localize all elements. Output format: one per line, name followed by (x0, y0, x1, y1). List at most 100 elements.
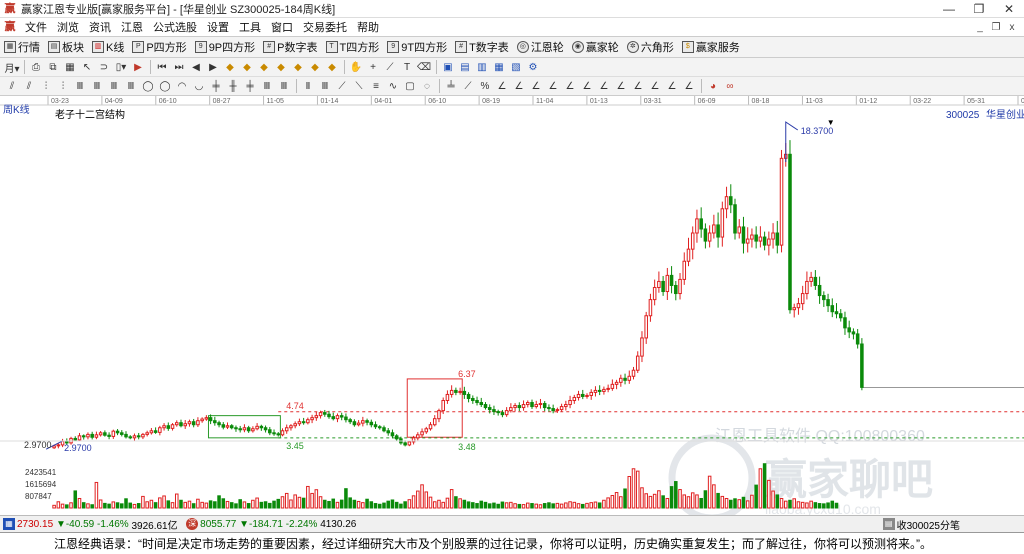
doc-minimize-button[interactable]: _ (972, 18, 988, 37)
angle-8-icon[interactable]: ∠ (613, 78, 629, 94)
restore-button[interactable]: ❐ (964, 0, 994, 18)
toolbar-9t-square-button[interactable]: 9 9T四方形 (387, 39, 447, 55)
fan-line-2-icon[interactable]: ⫽ (21, 78, 37, 94)
ruler-icon[interactable]: ╪ (208, 78, 224, 94)
magnet-icon[interactable]: ⊃ (96, 59, 112, 75)
trend-icon[interactable]: ⟋ (334, 78, 350, 94)
minimize-button[interactable]: — (934, 0, 964, 18)
grid-toggle-icon[interactable]: ▦ (62, 59, 78, 75)
ruler-2-icon[interactable]: ╫ (225, 78, 241, 94)
angle-9-icon[interactable]: ∠ (630, 78, 646, 94)
zoom-in-icon[interactable]: ◆ (222, 59, 238, 75)
jump-right-icon[interactable]: ◆ (307, 59, 323, 75)
scroll-down-icon[interactable]: ◆ (273, 59, 289, 75)
text-tool-icon[interactable]: T (399, 59, 415, 75)
doc-restore-button[interactable]: ❐ (988, 18, 1004, 37)
candle-style-icon[interactable]: ▯▾ (113, 59, 129, 75)
last-bar-icon[interactable]: ⏭ (171, 59, 187, 75)
infinity-icon[interactable]: ∞ (722, 78, 738, 94)
toolbar-9p-square-button[interactable]: 9 9P四方形 (194, 39, 255, 55)
toolbar-sectors-button[interactable]: ▤ 板块 (48, 39, 84, 55)
erase-icon[interactable]: ⌫ (416, 59, 432, 75)
period-line-3-icon[interactable]: Ⅲ (106, 78, 122, 94)
wave-icon[interactable]: ∿ (385, 78, 401, 94)
ellipse-icon[interactable]: ◯ (140, 78, 156, 94)
doc-close-button[interactable]: x (1004, 18, 1020, 37)
menu-file[interactable]: 文件 (20, 19, 52, 35)
period-line-icon[interactable]: Ⅲ (72, 78, 88, 94)
zoom-out-icon[interactable]: ◆ (239, 59, 255, 75)
channel-2-icon[interactable]: Ⅲ (276, 78, 292, 94)
time-cycle-2-icon[interactable]: ⫶ (55, 78, 71, 94)
f10-icon[interactable]: ▧ (508, 59, 524, 75)
settings-icon[interactable]: ⚙ (525, 59, 541, 75)
angle-icon[interactable]: ∠ (494, 78, 510, 94)
angle-10-icon[interactable]: ∠ (647, 78, 663, 94)
angle-3-icon[interactable]: ∠ (528, 78, 544, 94)
first-bar-icon[interactable]: ⏮ (154, 59, 170, 75)
scroll-up-icon[interactable]: ◆ (256, 59, 272, 75)
trend-2-icon[interactable]: ⟍ (351, 78, 367, 94)
calculator-icon[interactable]: ▣ (440, 59, 456, 75)
jump-left-icon[interactable]: ◆ (290, 59, 306, 75)
angle-4-icon[interactable]: ∠ (545, 78, 561, 94)
line-tool-icon[interactable]: ⟋ (382, 59, 398, 75)
angle-2-icon[interactable]: ∠ (511, 78, 527, 94)
index1-icon[interactable]: ▦ (3, 518, 15, 530)
toolbar-kline-button[interactable]: ▥ K线 (92, 39, 124, 55)
ruler-3-icon[interactable]: ╪ (242, 78, 258, 94)
square-icon[interactable]: ▢ (402, 78, 418, 94)
menu-tools[interactable]: 工具 (234, 19, 266, 35)
toolbar-t-number-table-button[interactable]: # T数字表 (455, 39, 509, 55)
arc-2-icon[interactable]: ◡ (191, 78, 207, 94)
notes-icon[interactable]: ▥ (474, 59, 490, 75)
time-cycle-icon[interactable]: ⫶ (38, 78, 54, 94)
toolbar-quotes-button[interactable]: ▦ 行情 (4, 39, 40, 55)
copy-icon[interactable]: ⧉ (45, 59, 61, 75)
angle-7-icon[interactable]: ∠ (596, 78, 612, 94)
toolbar-p-square-button[interactable]: P P四方形 (132, 39, 187, 55)
angle-12-icon[interactable]: ∠ (681, 78, 697, 94)
menu-window[interactable]: 窗口 (266, 19, 298, 35)
level-icon[interactable]: ╧ (443, 78, 459, 94)
toolbar-p-number-table-button[interactable]: # P数字表 (263, 39, 318, 55)
bars-2-icon[interactable]: Ⅲ (317, 78, 333, 94)
left-arrow-icon[interactable]: ◀ (188, 59, 204, 75)
toolbar-service-button[interactable]: $ 赢家服务 (681, 39, 740, 55)
fib-icon[interactable]: ≡ (368, 78, 384, 94)
fan-line-icon[interactable]: ⫽ (4, 78, 20, 94)
news-icon[interactable]: ▦ (491, 59, 507, 75)
ellipse-2-icon[interactable]: ◯ (157, 78, 173, 94)
close-button[interactable]: ✕ (994, 0, 1024, 18)
color-picker-icon[interactable]: ◕ (705, 78, 721, 94)
tick-icon[interactable]: ▤ (882, 518, 895, 530)
angle-11-icon[interactable]: ∠ (664, 78, 680, 94)
kline-chart-area[interactable]: 江恩工具软件 QQ:100800360 赢家聊吧 liaoba.ycxd10.c… (0, 96, 1024, 522)
period-line-4-icon[interactable]: Ⅲ (123, 78, 139, 94)
menu-settings[interactable]: 设置 (202, 19, 234, 35)
hand-icon[interactable]: ✋ (348, 59, 364, 75)
indicator-icon[interactable]: ▤ (457, 59, 473, 75)
index2-icon[interactable]: 深 (186, 518, 199, 530)
toolbar-winner-wheel-button[interactable]: ◉ 赢家轮 (571, 39, 619, 55)
period-line-2-icon[interactable]: Ⅲ (89, 78, 105, 94)
angle-5-icon[interactable]: ∠ (562, 78, 578, 94)
toolbar-gann-wheel-button[interactable]: ◎ 江恩轮 (516, 39, 564, 55)
kline-chart[interactable]: 江恩工具软件 QQ:100800360 赢家聊吧 liaoba.ycxd10.c… (0, 96, 1024, 522)
print-icon[interactable]: ⎙ (28, 59, 44, 75)
menu-help[interactable]: 帮助 (352, 19, 384, 35)
color-flag-icon[interactable]: ▶ (130, 59, 146, 75)
channel-icon[interactable]: Ⅲ (259, 78, 275, 94)
bars-icon[interactable]: Ⅱ (300, 78, 316, 94)
percent-icon[interactable]: % (477, 78, 493, 94)
arc-icon[interactable]: ◠ (174, 78, 190, 94)
speed-line-icon[interactable]: ⟋ (460, 78, 476, 94)
period-select-icon[interactable]: 月▾ (4, 59, 20, 75)
crosshair-icon[interactable]: + (365, 59, 381, 75)
spiral-icon[interactable]: ◌ (419, 78, 435, 94)
angle-6-icon[interactable]: ∠ (579, 78, 595, 94)
cursor-icon[interactable]: ↖ (79, 59, 95, 75)
menu-formula-screening[interactable]: 公式选股 (148, 19, 202, 35)
toolbar-hexagon-button[interactable]: ✲ 六角形 (626, 39, 674, 55)
menu-news[interactable]: 资讯 (84, 19, 116, 35)
